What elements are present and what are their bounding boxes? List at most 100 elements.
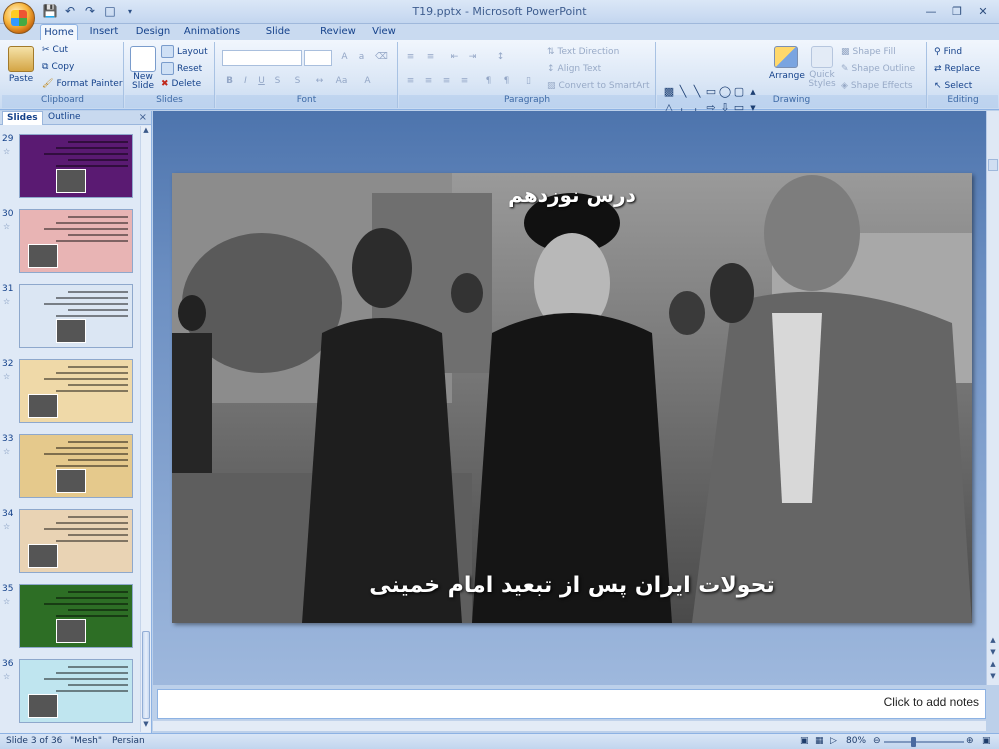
decrease-indent-icon[interactable]: ⇤ — [447, 50, 462, 64]
notes-pane[interactable]: Click to add notes — [157, 689, 986, 719]
slide-thumbnail[interactable]: 36 ☆ — [0, 659, 140, 727]
slide-thumbnail-image[interactable] — [19, 584, 133, 648]
office-button[interactable] — [3, 2, 35, 34]
line-shape-icon[interactable]: ╲ — [676, 85, 690, 99]
zoom-out-icon[interactable]: ⊖ — [873, 736, 881, 746]
replace-button[interactable]: ⇄ Replace — [934, 64, 980, 74]
align-center-icon[interactable]: ≡ — [421, 74, 436, 88]
align-left-icon[interactable]: ≡ — [403, 74, 418, 88]
slide-thumbnail[interactable]: 35 ☆ — [0, 584, 140, 652]
tab-outline[interactable]: Outline — [44, 111, 85, 125]
previous-slide-double-icon[interactable]: ▲ — [988, 660, 998, 671]
slide-thumbnail[interactable]: 32 ☆ — [0, 359, 140, 427]
align-text-button[interactable]: ↕ Align Text — [547, 64, 601, 74]
previous-slide-icon[interactable]: ▲ — [988, 636, 998, 647]
reset-button[interactable]: Reset — [161, 62, 202, 75]
zoom-slider-knob[interactable] — [911, 737, 916, 747]
grow-font-icon[interactable]: A — [337, 50, 352, 64]
line2-shape-icon[interactable]: ╲ — [690, 85, 704, 99]
slide-title[interactable]: درس نوزدهم — [172, 183, 972, 207]
minimize-icon[interactable]: — — [919, 2, 943, 20]
tab-review[interactable]: Review — [318, 24, 358, 40]
language-indicator[interactable]: Persian — [112, 736, 145, 746]
slide-sorter-icon[interactable]: ▦ — [815, 736, 824, 746]
justify-icon[interactable]: ≡ — [457, 74, 472, 88]
change-case-icon[interactable]: Aa — [334, 74, 349, 88]
bullets-icon[interactable]: ≡ — [403, 50, 418, 64]
fit-to-window-icon[interactable]: ▣ — [982, 736, 991, 746]
shape-outline-button[interactable]: ✎ Shape Outline — [841, 64, 915, 74]
slide-thumbnail-image[interactable] — [19, 134, 133, 198]
new-slide-button[interactable]: New Slide — [128, 46, 158, 91]
rectangle-shape-icon[interactable]: ▭ — [704, 85, 718, 99]
tab-view[interactable]: View — [368, 24, 400, 40]
spacing-icon[interactable]: ↔ — [312, 74, 327, 88]
zoom-slider[interactable] — [884, 741, 964, 743]
numbering-icon[interactable]: ≡ — [423, 50, 438, 64]
paste-button[interactable]: Paste — [6, 46, 36, 84]
text-direction-button[interactable]: ⇅ Text Direction — [547, 47, 619, 57]
oval-shape-icon[interactable]: ◯ — [718, 85, 732, 99]
bold-icon[interactable]: B — [222, 74, 237, 88]
slide-thumbnail-image[interactable] — [19, 284, 133, 348]
slide-subtitle[interactable]: تحولات ایران پس از تبعید امام خمینی — [172, 573, 972, 598]
shape-fill-button[interactable]: ▩ Shape Fill — [841, 47, 896, 57]
panel-scroll-thumb[interactable] — [142, 631, 150, 719]
tab-insert[interactable]: Insert — [86, 24, 122, 40]
panel-close-icon[interactable]: × — [139, 112, 147, 123]
gallery-up-icon[interactable]: ▲ — [746, 85, 760, 99]
columns-icon[interactable]: ▯ — [521, 74, 536, 88]
arrange-button[interactable]: Arrange — [769, 46, 805, 81]
font-name-field[interactable] — [222, 50, 302, 66]
underline-icon[interactable]: U — [254, 74, 269, 88]
tab-design[interactable]: Design — [133, 24, 173, 40]
quick-styles-button[interactable]: Quick Styles — [805, 46, 839, 89]
font-color-icon[interactable]: A — [360, 74, 375, 88]
panel-scrollbar[interactable]: ▲ ▼ — [140, 126, 151, 732]
zoom-in-icon[interactable]: ⊕ — [966, 736, 974, 746]
horizontal-scrollbar[interactable] — [153, 720, 986, 731]
rounded-rect-shape-icon[interactable]: ▢ — [732, 85, 746, 99]
slide-thumbnail-image[interactable] — [19, 359, 133, 423]
layout-button[interactable]: Layout — [161, 45, 208, 58]
slide-thumbnail-image[interactable] — [19, 659, 133, 723]
increase-indent-icon[interactable]: ⇥ — [465, 50, 480, 64]
clear-formatting-icon[interactable]: ⌫ — [374, 50, 389, 64]
shape-effects-button[interactable]: ◈ Shape Effects — [841, 81, 913, 91]
maximize-icon[interactable]: ❐ — [945, 2, 969, 20]
slide-thumbnail-image[interactable] — [19, 509, 133, 573]
scroll-down-icon-main[interactable]: ▼ — [988, 648, 998, 659]
italic-icon[interactable]: I — [238, 74, 253, 88]
find-button[interactable]: ⚲ Find — [934, 47, 962, 57]
slide-thumbnail-image[interactable] — [19, 209, 133, 273]
next-slide-icon[interactable]: ▼ — [988, 672, 998, 683]
shadow-icon[interactable]: S — [290, 74, 305, 88]
notes-placeholder[interactable]: Click to add notes — [884, 695, 979, 709]
textbox-shape-icon[interactable]: ▩ — [662, 85, 676, 99]
slide-thumbnail[interactable]: 33 ☆ — [0, 434, 140, 502]
rtl-icon[interactable]: ¶ — [499, 74, 514, 88]
close-icon[interactable]: ✕ — [971, 2, 995, 20]
slide-thumbnail[interactable]: 29 ☆ — [0, 134, 140, 202]
strikethrough-icon[interactable]: S — [270, 74, 285, 88]
ltr-icon[interactable]: ¶ — [481, 74, 496, 88]
slide-thumbnail[interactable]: 31 ☆ — [0, 284, 140, 352]
scroll-down-icon[interactable]: ▼ — [141, 720, 151, 732]
line-spacing-icon[interactable]: ↕ — [493, 50, 508, 64]
slide-thumbnail[interactable]: 30 ☆ — [0, 209, 140, 277]
align-right-icon[interactable]: ≡ — [439, 74, 454, 88]
slide-thumbnail-image[interactable] — [19, 434, 133, 498]
zoom-level[interactable]: 80% — [846, 736, 866, 746]
tab-animations[interactable]: Animations — [183, 24, 241, 40]
font-size-field[interactable] — [304, 50, 332, 66]
tab-slides[interactable]: Slides — [2, 111, 43, 125]
select-button[interactable]: ↖ Select — [934, 81, 972, 91]
tab-slide-show[interactable]: Slide Show — [251, 24, 305, 52]
scroll-up-icon[interactable]: ▲ — [141, 126, 151, 138]
delete-button[interactable]: ✖ Delete — [161, 79, 201, 89]
convert-smartart-button[interactable]: ▧ Convert to SmartArt — [547, 81, 649, 91]
shrink-font-icon[interactable]: a — [354, 50, 369, 64]
tab-home[interactable]: Home — [40, 24, 78, 40]
copy-button[interactable]: ⧉ Copy — [42, 62, 74, 72]
cut-button[interactable]: ✂ Cut — [42, 45, 68, 55]
